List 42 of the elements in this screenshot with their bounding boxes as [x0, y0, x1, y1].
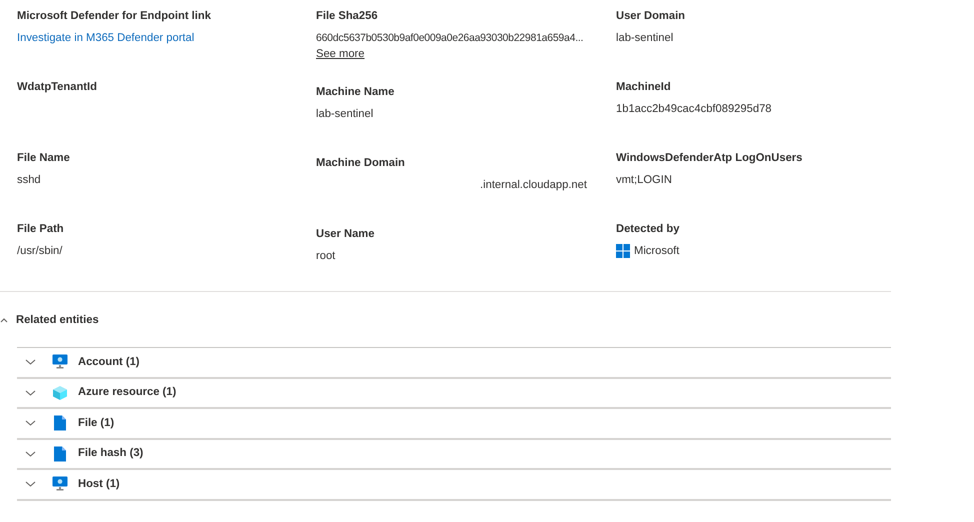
see-more-link[interactable]: See more [316, 46, 365, 61]
entity-label: Azure resource (1) [78, 385, 176, 400]
field-label: File Name [17, 151, 70, 166]
field-value: 1b1acc2b49cac4cbf089295d78 [616, 102, 772, 115]
field-label: WdatpTenantId [17, 80, 97, 95]
section-header[interactable]: Related entities [0, 292, 974, 347]
field-value: vmt;LOGIN [616, 174, 672, 186]
field-value: root [316, 250, 336, 262]
section-title: Related entities [16, 313, 99, 328]
field-label: File Path [17, 222, 64, 237]
field-value: sshd [17, 174, 41, 186]
portal-link[interactable]: Investigate in M365 Defender portal [17, 32, 194, 44]
monitor-icon [52, 476, 68, 492]
entity-label: Host (1) [78, 476, 120, 492]
field-value: .internal.cloudapp.net [480, 178, 587, 191]
field-label: User Name [316, 227, 374, 242]
entity-label: File (1) [78, 416, 114, 431]
entity-group-row[interactable]: Azure resource (1) [17, 378, 891, 409]
cube-icon [52, 384, 68, 401]
entity-group-row[interactable]: Account (1) [17, 348, 891, 378]
entity-group-row[interactable]: File (1) [17, 409, 891, 440]
entity-label: Account (1) [78, 354, 140, 370]
field-label: Machine Name [316, 85, 394, 100]
field-label: User Domain [616, 9, 686, 24]
document-icon [52, 446, 68, 462]
field-label: Machine Domain [316, 156, 405, 171]
monitor-icon [52, 354, 68, 370]
field-label: Microsoft Defender for Endpoint link [17, 9, 211, 24]
field-label: WindowsDefenderAtp LogOnUsers [616, 151, 802, 166]
entity-label: File hash (3) [78, 446, 144, 462]
document-icon [52, 415, 68, 432]
entity-group-row[interactable]: Host (1) [17, 470, 891, 500]
field-value: 660dc5637b0530b9af0e009a0e26aa93030b22981a659a4... [316, 32, 584, 44]
field-label: Detected by [616, 222, 680, 237]
vendor-name: Microsoft [634, 244, 680, 259]
entity-group-row[interactable]: File hash (3) [17, 440, 891, 470]
field-label: MachineId [616, 80, 671, 95]
field-label: File Sha256 [316, 9, 378, 24]
field-value: lab-sentinel [616, 32, 674, 44]
field-value: /usr/sbin/ [17, 244, 62, 257]
windows-logo-icon [616, 244, 630, 258]
field-value: lab-sentinel [316, 108, 374, 120]
